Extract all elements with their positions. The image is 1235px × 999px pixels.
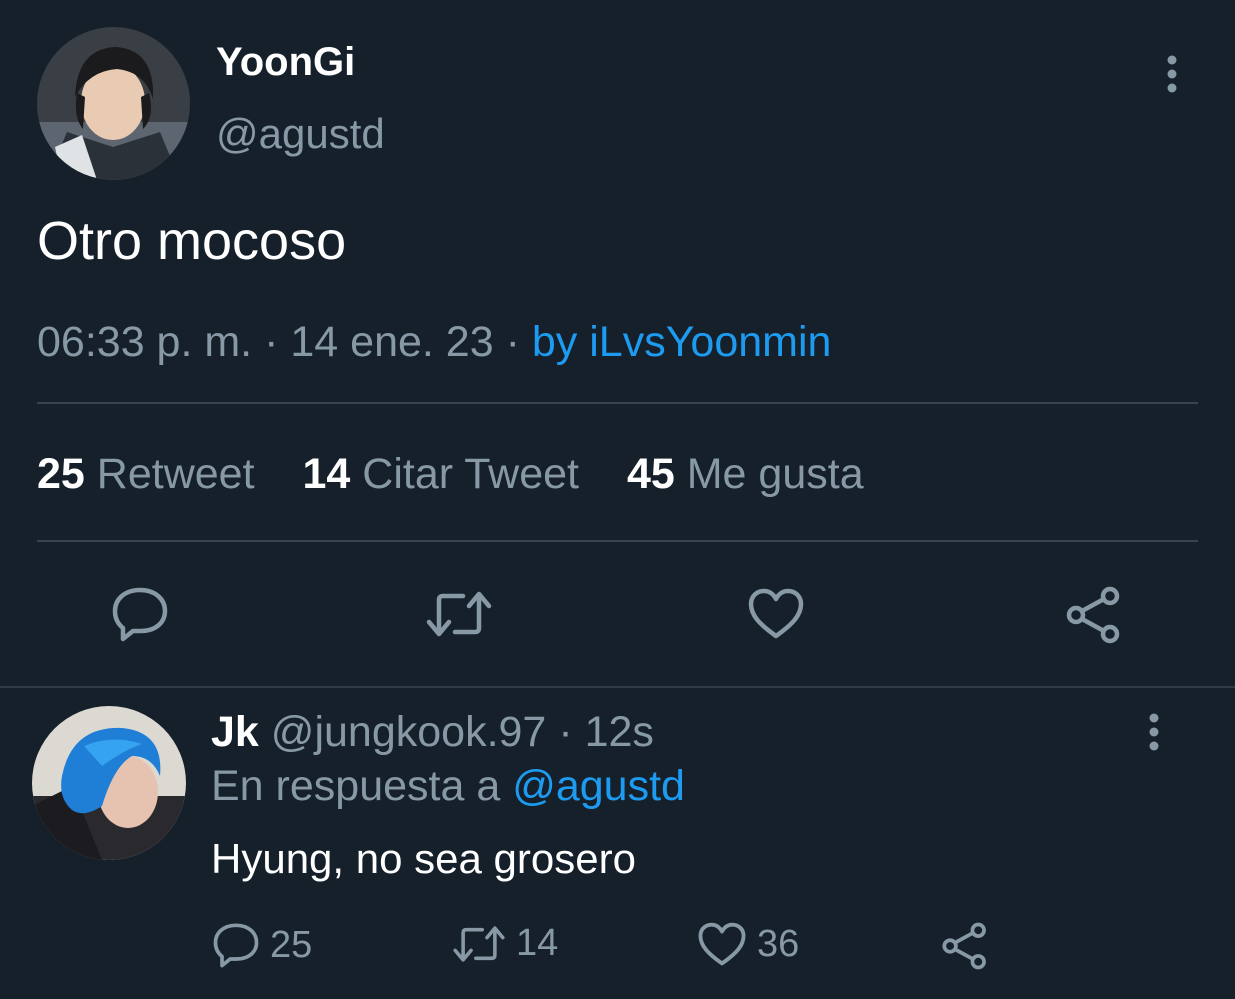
tweet-date[interactable]: 14 ene. 23 [290, 318, 493, 366]
reply-share-button[interactable] [940, 922, 1000, 970]
reply-retweet-button[interactable]: 14 [452, 922, 558, 965]
reply-count: 25 [270, 923, 313, 966]
reply-header: Jk @jungkook.97 · 12s [211, 708, 654, 757]
likes-stat[interactable]: 45 Me gusta [627, 450, 864, 498]
retweet-count: 14 [516, 922, 559, 964]
reply-context: En respuesta a @agustd [211, 762, 685, 811]
more-options-icon[interactable] [1152, 52, 1192, 96]
author-name[interactable]: YoonGi [216, 40, 355, 85]
reply-separator: · [558, 708, 573, 756]
tweet-stats: 25 Retweet 14 Citar Tweet 45 Me gusta [37, 450, 900, 499]
reply-prefix: En respuesta a [211, 762, 501, 810]
section-separator [0, 686, 1235, 688]
retweet-icon[interactable] [424, 586, 494, 642]
reply-author-avatar[interactable] [32, 706, 186, 860]
divider [37, 540, 1198, 542]
reply-author-handle[interactable]: @jungkook.97 [271, 708, 547, 756]
tweet-text: Otro mocoso [37, 211, 347, 271]
author-avatar[interactable] [37, 27, 190, 180]
meta-separator: · [505, 318, 520, 366]
reply-icon [213, 923, 259, 968]
reply-like-button[interactable]: 36 [697, 922, 799, 967]
like-count: 36 [757, 923, 800, 965]
reply-text: Hyung, no sea grosero [211, 835, 636, 882]
reply-age[interactable]: 12s [585, 708, 654, 756]
tweet-meta: 06:33 p. m. · 14 ene. 23 · by iLvsYoonmi… [37, 318, 831, 367]
like-icon [698, 922, 746, 966]
retweet-icon [453, 925, 505, 962]
share-icon [942, 922, 986, 970]
reply-author-name[interactable]: Jk [211, 708, 259, 756]
divider [37, 402, 1198, 404]
reply-to-link[interactable]: @agustd [512, 762, 685, 810]
author-handle[interactable]: @agustd [216, 110, 385, 158]
quotes-stat[interactable]: 14 Citar Tweet [303, 450, 579, 498]
reply-reply-button[interactable]: 25 [212, 922, 312, 968]
meta-separator: · [264, 318, 279, 366]
reply-more-options-icon[interactable] [1134, 710, 1174, 754]
tweet-time: 06:33 p. m. [37, 318, 253, 366]
tweet-source-link[interactable]: by iLvsYoonmin [532, 318, 832, 366]
like-icon[interactable] [744, 584, 808, 644]
retweets-stat[interactable]: 25 Retweet [37, 450, 255, 498]
reply-icon[interactable] [108, 584, 172, 644]
share-icon[interactable] [1062, 584, 1126, 646]
